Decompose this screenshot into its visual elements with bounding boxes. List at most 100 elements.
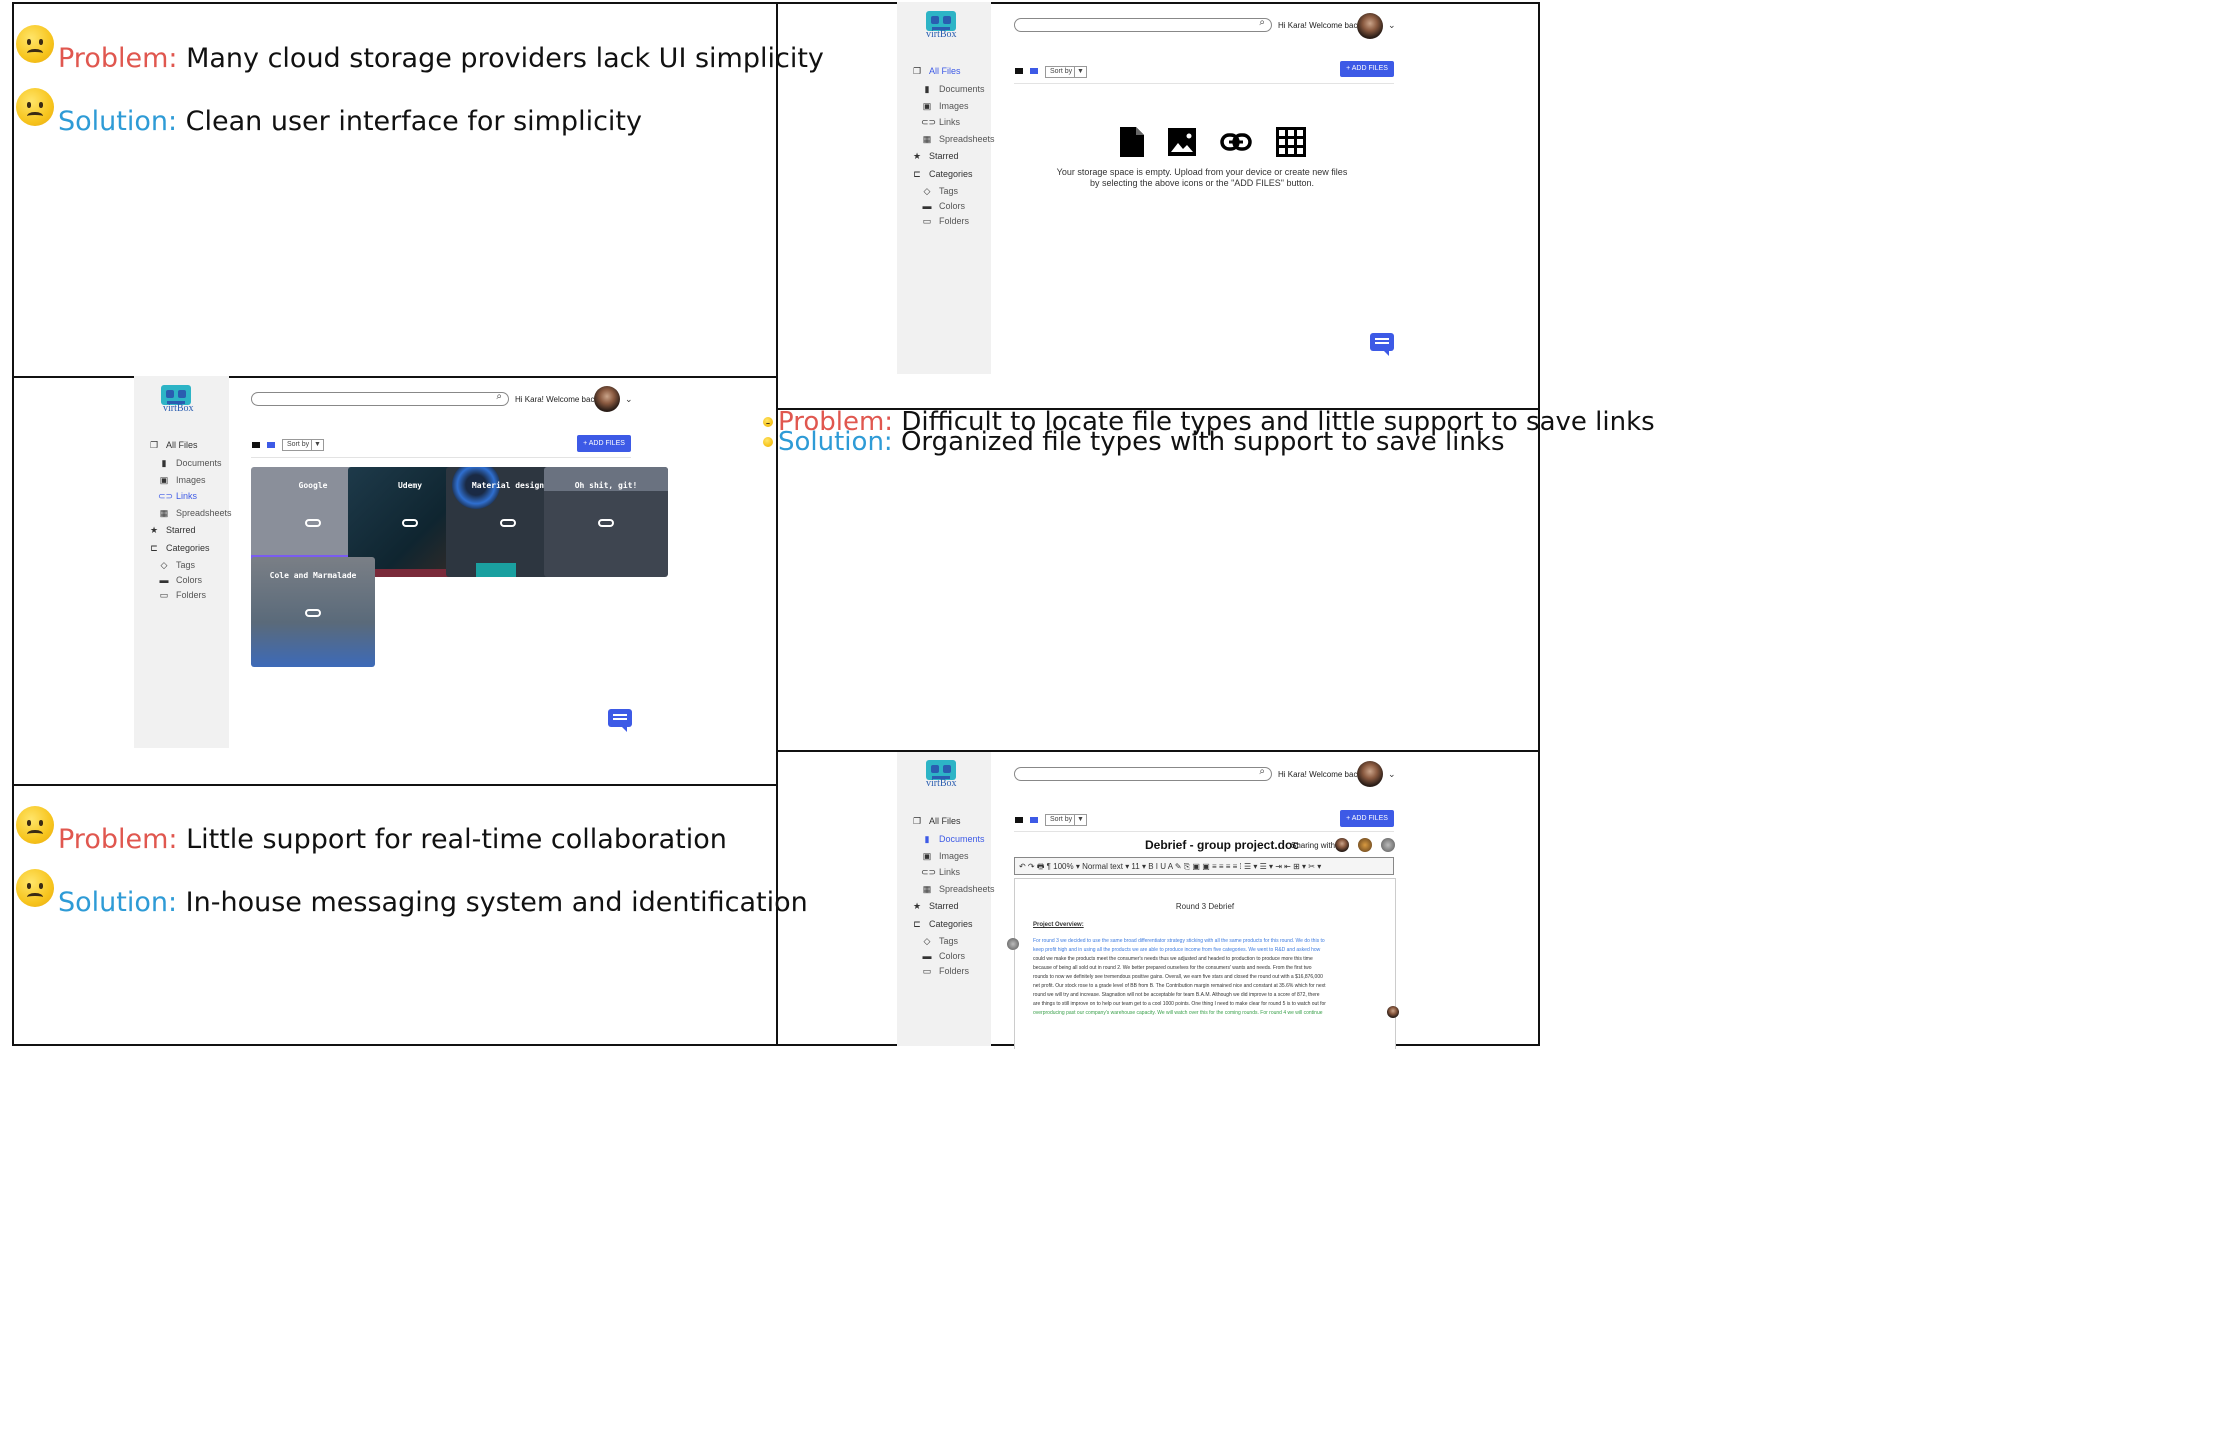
sidebar-item-spreadsheets[interactable]: ▦ Spreadsheets (921, 134, 995, 145)
editor-toolbar[interactable]: ↶ ↷ 🖶 ¶ 100% ▾ Normal text ▾ 11 ▾ B I U … (1014, 857, 1394, 875)
app-screenshot-editor: virtBox ❐ All Files ▮ Documents ▣ Images ⊂⊃… (897, 752, 1417, 1049)
sidebar-item-folders[interactable]: ▭ Folders (921, 966, 969, 977)
link-card[interactable]: Oh shit, git! (544, 467, 668, 577)
sidebar-item-links[interactable]: ⊂⊃ Links (921, 867, 960, 878)
sidebar-item-documents[interactable]: ▮ Documents (921, 834, 985, 845)
sidebar-item-categories[interactable]: ⊏ Categories (911, 169, 972, 180)
grid-view-icon[interactable] (1030, 817, 1038, 823)
sidebar-item-documents[interactable]: ▮ Documents (921, 84, 985, 95)
collaborator-avatar[interactable] (1335, 838, 1349, 852)
chevron-down-icon[interactable]: ⌄ (625, 394, 633, 405)
doc-line: For round 3 we decided to use the same b… (1033, 938, 1325, 944)
list-view-icon[interactable] (1015, 817, 1023, 823)
sort-select[interactable]: Sort by ▼ (1045, 66, 1087, 78)
greeting-text: Hi Kara! Welcome back (515, 395, 599, 404)
image-icon: ▣ (922, 851, 932, 861)
collaborator-cursor-avatar[interactable] (1387, 1006, 1399, 1018)
sidebar-item-colors[interactable]: ▬ Colors (158, 575, 203, 585)
avatar[interactable] (594, 386, 620, 412)
color-icon: ▬ (922, 951, 932, 961)
grid-view-icon[interactable] (267, 442, 275, 448)
grid-icon: ▦ (159, 508, 169, 518)
sidebar-item-all-files[interactable]: ❐ All Files (911, 66, 961, 77)
sidebar-item-folders[interactable]: ▭ Folders (921, 216, 969, 227)
collaborator-cursor-avatar[interactable] (1007, 938, 1019, 950)
new-spreadsheet-icon[interactable] (1276, 127, 1306, 157)
sidebar-item-images[interactable]: ▣ Images (921, 851, 969, 862)
sidebar-item-starred[interactable]: ★ Starred (148, 525, 196, 536)
color-icon: ▬ (922, 201, 932, 211)
label-icon: ⊏ (913, 919, 921, 929)
link-icon: ⊂⊃ (921, 117, 937, 127)
sidebar-item-starred[interactable]: ★ Starred (911, 901, 959, 912)
sidebar-item-all-files[interactable]: ❐ All Files (148, 440, 198, 451)
new-document-icon[interactable] (1120, 127, 1144, 157)
add-files-button[interactable]: + ADD FILES (1340, 810, 1394, 827)
search-input[interactable]: ⌕ (1014, 17, 1272, 32)
label-icon: ⊏ (150, 543, 158, 553)
chevron-down-icon[interactable]: ⌄ (1388, 769, 1396, 780)
avatar[interactable] (1357, 761, 1383, 787)
image-icon: ▣ (922, 101, 932, 111)
doc-line: net profit. Our stock rose to a grade le… (1033, 983, 1326, 989)
sidebar-item-categories[interactable]: ⊏ Categories (911, 919, 972, 930)
link-card[interactable]: Cole and Marmalade (251, 557, 375, 667)
document-overview-label: Project Overview: (1033, 922, 1084, 928)
grid-icon: ▦ (922, 884, 932, 894)
grid-view-icon[interactable] (1030, 68, 1038, 74)
avatar[interactable] (1357, 13, 1383, 39)
sidebar-item-links[interactable]: ⊂⊃ Links (921, 117, 960, 128)
search-icon[interactable]: ⌕ (1259, 17, 1265, 28)
dropdown-arrow-icon: ▼ (1074, 815, 1086, 825)
search-icon[interactable]: ⌕ (496, 391, 502, 402)
solution-text: Clean user interface for simplicity (177, 106, 642, 137)
search-input[interactable]: ⌕ (1014, 766, 1272, 781)
sad-face-icon (16, 806, 54, 844)
app-screenshot-empty: virtBox ❐ All Files ▮ Documents ▣ Images ⊂⊃… (897, 2, 1417, 374)
sidebar-item-documents[interactable]: ▮ Documents (158, 458, 222, 469)
sidebar-item-tags[interactable]: ◇ Tags (158, 560, 195, 571)
sidebar-item-tags[interactable]: ◇ Tags (921, 936, 958, 947)
link-icon (305, 519, 321, 527)
solution-statement: Solution: In-house messaging system and … (58, 887, 808, 918)
sidebar-item-colors[interactable]: ▬ Colors (921, 951, 966, 961)
sidebar-item-images[interactable]: ▣ Images (158, 475, 206, 486)
star-icon: ★ (912, 151, 922, 161)
sort-select[interactable]: Sort by ▼ (1045, 814, 1087, 826)
sidebar-item-tags[interactable]: ◇ Tags (921, 186, 958, 197)
chat-icon[interactable] (1370, 333, 1394, 356)
list-view-icon[interactable] (1015, 68, 1023, 74)
sidebar-item-all-files[interactable]: ❐ All Files (911, 816, 961, 827)
save-link-icon[interactable] (1220, 133, 1252, 151)
folder-icon: ▭ (922, 216, 932, 226)
sidebar-item-folders[interactable]: ▭ Folders (158, 590, 206, 601)
problem-label: Problem: (58, 824, 178, 855)
problem-label: Problem: (58, 43, 178, 74)
upload-image-icon[interactable] (1168, 128, 1196, 156)
sidebar-item-links[interactable]: ⊂⊃ Links (158, 491, 197, 502)
sad-face-icon (763, 417, 773, 427)
chevron-down-icon[interactable]: ⌄ (1388, 20, 1396, 31)
sidebar-item-images[interactable]: ▣ Images (921, 101, 969, 112)
add-files-button[interactable]: + ADD FILES (577, 435, 631, 452)
list-view-icon[interactable] (252, 442, 260, 448)
sidebar-item-spreadsheets[interactable]: ▦ Spreadsheets (158, 508, 232, 519)
problem-text: Many cloud storage providers lack UI sim… (177, 43, 824, 74)
collaborator-avatar[interactable] (1358, 838, 1372, 852)
sidebar-item-spreadsheets[interactable]: ▦ Spreadsheets (921, 884, 995, 895)
sidebar-item-categories[interactable]: ⊏ Categories (148, 543, 209, 554)
sidebar-item-starred[interactable]: ★ Starred (911, 151, 959, 162)
chat-icon[interactable] (608, 709, 632, 732)
sidebar (897, 752, 991, 1046)
card-title: Oh shit, git! (574, 481, 638, 490)
greeting-text: Hi Kara! Welcome back (1278, 21, 1362, 30)
search-icon[interactable]: ⌕ (1259, 766, 1265, 777)
sidebar-item-colors[interactable]: ▬ Colors (921, 201, 966, 211)
add-files-button[interactable]: + ADD FILES (1340, 61, 1394, 77)
sad-face-icon (16, 88, 54, 126)
collaborator-avatar[interactable] (1381, 838, 1395, 852)
logo-text: virtBox (926, 778, 957, 789)
app-screenshot-links: virtBox ❐ All Files ▮ Documents ▣ Images ⊂⊃… (134, 376, 668, 748)
search-input[interactable]: ⌕ (251, 391, 509, 406)
sort-select[interactable]: Sort by ▼ (282, 439, 324, 451)
